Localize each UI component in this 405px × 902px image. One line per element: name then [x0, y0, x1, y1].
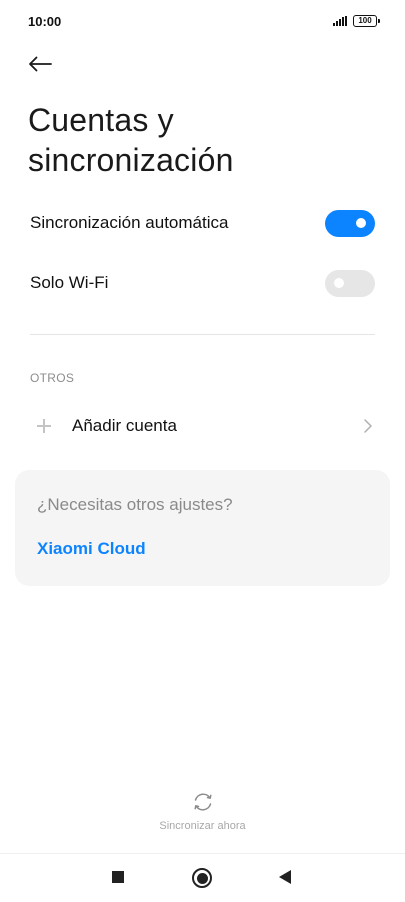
divider: [30, 334, 375, 335]
back-triangle-icon[interactable]: [279, 870, 291, 884]
status-bar: 10:00 100: [0, 0, 405, 44]
status-icons: 100: [333, 15, 380, 27]
home-circle-icon[interactable]: [192, 868, 212, 888]
navigation-bar: [0, 854, 405, 902]
arrow-left-icon: [29, 56, 52, 72]
setting-row-auto-sync[interactable]: Sincronización automática: [30, 201, 375, 245]
sync-now-button[interactable]: Sincronizar ahora: [140, 790, 265, 838]
sync-now-label: Sincronizar ahora: [159, 820, 246, 832]
auto-sync-toggle[interactable]: [325, 209, 375, 237]
other-settings-card: ¿Necesitas otros ajustes? Xiaomi Cloud: [15, 470, 390, 586]
status-time: 10:00: [28, 14, 62, 29]
setting-row-wifi-only[interactable]: Solo Wi-Fi: [30, 261, 375, 305]
wifi-only-toggle[interactable]: [325, 269, 375, 297]
toggle-knob: [356, 218, 366, 228]
xiaomi-cloud-link[interactable]: Xiaomi Cloud: [37, 539, 146, 559]
plus-icon: [32, 414, 56, 438]
battery-icon: 100: [353, 15, 380, 27]
accounts-sync-screen: 10:00 100 Cuentas y sincronización Sincr…: [0, 0, 405, 902]
toggle-knob: [334, 278, 344, 288]
sync-icon: [193, 793, 212, 811]
recents-square-icon[interactable]: [112, 871, 124, 883]
chevron-right-icon: [364, 419, 372, 433]
setting-label-wifi-only: Solo Wi-Fi: [30, 273, 109, 292]
page-title: Cuentas y sincronización: [28, 102, 234, 178]
section-header-others: OTROS: [30, 371, 75, 385]
add-account-row[interactable]: Añadir cuenta: [30, 404, 375, 448]
setting-label-auto-sync: Sincronización automática: [30, 213, 229, 232]
back-button[interactable]: [28, 50, 60, 78]
card-question: ¿Necesitas otros ajustes?: [37, 495, 233, 514]
add-account-label: Añadir cuenta: [72, 416, 177, 435]
signal-icon: [333, 16, 347, 26]
